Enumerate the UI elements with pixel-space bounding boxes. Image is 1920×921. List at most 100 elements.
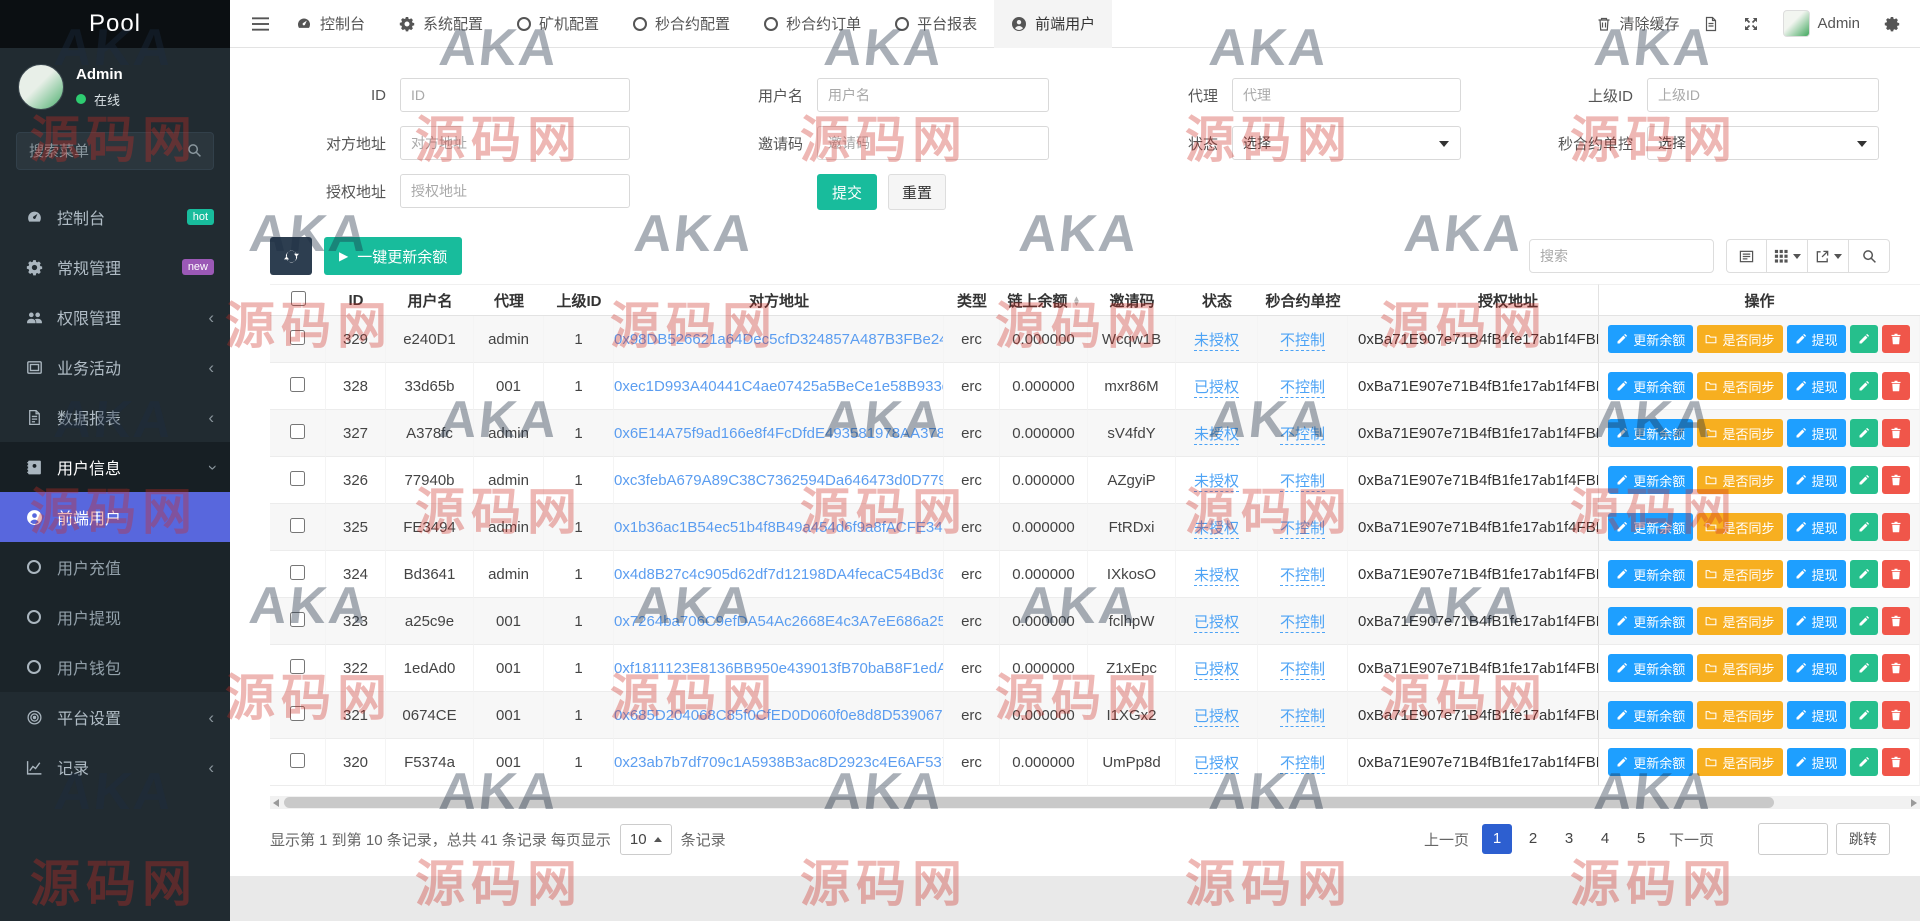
clear-cache-button[interactable]: 清除缓存 [1596, 13, 1679, 34]
withdraw-button[interactable]: 提现 [1786, 513, 1846, 541]
status-link[interactable]: 已授权 [1193, 707, 1239, 727]
update-balance-button[interactable]: 更新余额 [1608, 372, 1694, 400]
edit-button[interactable] [1849, 419, 1878, 447]
sidebar-item-reports[interactable]: 数据报表 ‹ [0, 392, 230, 442]
scrollbar-thumb[interactable] [284, 797, 1774, 808]
address-link[interactable]: 0x6E14A75f9ad166e8f4FcDfdE493581978AA378… [614, 425, 943, 442]
sync-button[interactable]: 是否同步 [1697, 748, 1783, 776]
delete-button[interactable] [1881, 607, 1910, 635]
page-number[interactable]: 2 [1518, 824, 1548, 854]
auth-address-input[interactable] [400, 174, 630, 208]
parent-id-input[interactable] [1647, 78, 1879, 112]
withdraw-button[interactable]: 提现 [1786, 466, 1846, 494]
status-link[interactable]: 已授权 [1193, 754, 1239, 774]
control-link[interactable]: 不控制 [1279, 566, 1325, 586]
tab-system-config[interactable]: 系统配置 [382, 0, 500, 48]
search-button[interactable] [1849, 239, 1890, 273]
update-balance-button[interactable]: 更新余额 [1608, 607, 1694, 635]
agent-input[interactable] [1232, 78, 1461, 112]
update-balance-button[interactable]: 更新余额 [1608, 560, 1694, 588]
address-link[interactable]: 0x23ab7b7df709c1A5938B3ac8D2923c4E6AF537… [614, 754, 943, 771]
withdraw-button[interactable]: 提现 [1786, 419, 1846, 447]
update-balance-button[interactable]: 更新余额 [1608, 654, 1694, 682]
tab-seconds-contract-config[interactable]: 秒合约配置 [616, 0, 747, 48]
tab-front-users[interactable]: 前端用户 [994, 0, 1113, 48]
update-balance-button[interactable]: 更新余额 [1608, 466, 1694, 494]
fullscreen-button[interactable] [1743, 16, 1759, 32]
address-link[interactable]: 0x98DB526621a64Dec5cfD324857A487B3FBe240… [614, 331, 943, 348]
control-link[interactable]: 不控制 [1279, 613, 1325, 633]
reset-button[interactable]: 重置 [888, 174, 947, 210]
col-balance[interactable]: 链上余额 ▲ ▼ [1000, 284, 1088, 316]
detail-view-button[interactable] [1726, 239, 1767, 273]
sync-button[interactable]: 是否同步 [1697, 654, 1783, 682]
page-size-select[interactable]: 10 [619, 823, 672, 855]
refresh-button[interactable] [270, 237, 312, 275]
columns-button[interactable] [1767, 239, 1808, 273]
table-search-input[interactable] [1529, 239, 1714, 273]
status-link[interactable]: 已授权 [1193, 378, 1239, 398]
sort-icon[interactable]: ▲ ▼ [1073, 295, 1081, 307]
edit-button[interactable] [1849, 701, 1878, 729]
jump-page-input[interactable] [1758, 823, 1828, 855]
document-button[interactable] [1703, 16, 1719, 32]
sidebar-search-input[interactable] [16, 132, 214, 170]
update-balance-button[interactable]: 更新余额 [1608, 513, 1694, 541]
update-balance-button[interactable]: 更新余额 [1608, 419, 1694, 447]
row-checkbox[interactable] [290, 517, 305, 533]
edit-button[interactable] [1849, 513, 1878, 541]
control-link[interactable]: 不控制 [1279, 425, 1325, 445]
sync-button[interactable]: 是否同步 [1697, 372, 1783, 400]
sidebar-item-records[interactable]: 记录 ‹ [0, 742, 230, 792]
tab-seconds-contract-orders[interactable]: 秒合约订单 [747, 0, 878, 48]
row-checkbox[interactable] [290, 705, 305, 721]
sync-button[interactable]: 是否同步 [1697, 325, 1783, 353]
username-input[interactable] [817, 78, 1049, 112]
tab-miner-config[interactable]: 矿机配置 [500, 0, 616, 48]
status-link[interactable]: 已授权 [1193, 660, 1239, 680]
control-link[interactable]: 不控制 [1279, 331, 1325, 351]
submit-button[interactable]: 提交 [817, 174, 878, 210]
delete-button[interactable] [1881, 748, 1910, 776]
sidebar-item-front-users[interactable]: 前端用户 [0, 492, 230, 542]
menu-toggle-icon[interactable] [242, 9, 279, 39]
row-checkbox[interactable] [290, 658, 305, 674]
scroll-left-arrow[interactable] [273, 799, 279, 807]
update-balance-button[interactable]: 更新余额 [1608, 325, 1694, 353]
sync-button[interactable]: 是否同步 [1697, 560, 1783, 588]
delete-button[interactable] [1881, 372, 1910, 400]
withdraw-button[interactable]: 提现 [1786, 748, 1846, 776]
row-checkbox[interactable] [290, 329, 305, 345]
update-all-balances-button[interactable]: ▶ 一键更新余额 [324, 237, 463, 275]
delete-button[interactable] [1881, 466, 1910, 494]
page-number[interactable]: 1 [1481, 824, 1512, 854]
delete-button[interactable] [1881, 419, 1910, 447]
withdraw-button[interactable]: 提现 [1786, 701, 1846, 729]
next-page-button[interactable]: 下一页 [1669, 829, 1714, 850]
sync-button[interactable]: 是否同步 [1697, 513, 1783, 541]
address-link[interactable]: 0xec1D993A40441C4ae07425a5BeCe1e58B933d6… [614, 378, 943, 395]
delete-button[interactable] [1881, 560, 1910, 588]
account-menu[interactable]: Admin [1783, 10, 1860, 37]
row-checkbox[interactable] [290, 564, 305, 580]
edit-button[interactable] [1849, 748, 1878, 776]
control-link[interactable]: 不控制 [1279, 519, 1325, 539]
status-link[interactable]: 已授权 [1193, 613, 1239, 633]
page-number[interactable]: 3 [1554, 824, 1584, 854]
sync-button[interactable]: 是否同步 [1697, 701, 1783, 729]
delete-button[interactable] [1881, 513, 1910, 541]
status-link[interactable]: 未授权 [1193, 425, 1239, 445]
status-link[interactable]: 未授权 [1193, 566, 1239, 586]
row-checkbox[interactable] [290, 470, 305, 486]
withdraw-button[interactable]: 提现 [1786, 372, 1846, 400]
sidebar-item-user-wallet[interactable]: 用户钱包 [0, 642, 230, 692]
sidebar-item-dashboard[interactable]: 控制台 hot [0, 192, 230, 242]
scroll-right-arrow[interactable] [1911, 799, 1917, 807]
tab-dashboard[interactable]: 控制台 [279, 0, 382, 48]
edit-button[interactable] [1849, 607, 1878, 635]
address-input[interactable] [400, 126, 630, 160]
withdraw-button[interactable]: 提现 [1786, 560, 1846, 588]
sidebar-item-general[interactable]: 常规管理 new [0, 242, 230, 292]
address-link[interactable]: 0x1b36ac1B54ec51b4f8B49a454d6f9a8fACFE34… [614, 519, 943, 536]
status-link[interactable]: 未授权 [1193, 519, 1239, 539]
